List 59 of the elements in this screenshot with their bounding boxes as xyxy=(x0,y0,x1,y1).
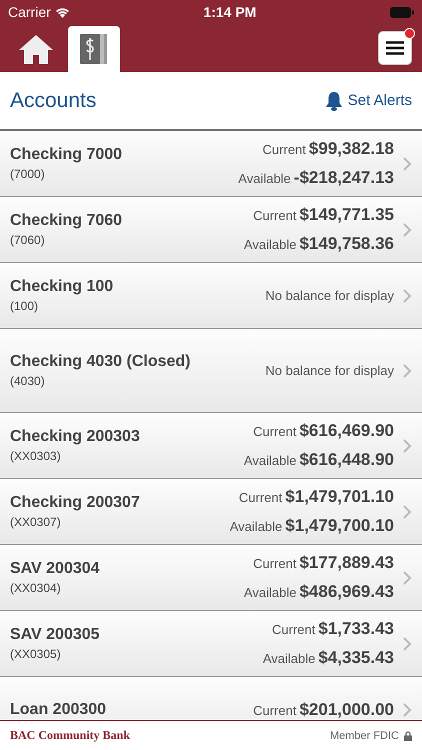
balance-line: Available $1,479,700.10 xyxy=(230,516,394,536)
menu-icon xyxy=(386,41,404,55)
wifi-icon xyxy=(54,6,70,18)
battery-icon xyxy=(390,6,414,18)
chevron-icon xyxy=(402,702,412,718)
chevron-icon xyxy=(402,636,412,652)
account-name: SAV 200305 xyxy=(10,626,101,644)
chevron-icon xyxy=(402,288,412,304)
balance-line: Available $486,969.43 xyxy=(244,582,394,602)
account-name: SAV 200304 xyxy=(10,560,101,578)
account-name: Checking 200307 xyxy=(10,494,141,512)
member-fdic-label: Member FDIC xyxy=(330,730,399,742)
set-alerts-link[interactable]: Set Alerts xyxy=(324,90,412,110)
chevron-icon xyxy=(402,438,412,454)
home-icon xyxy=(17,33,55,65)
account-number: (XX0305) xyxy=(10,647,62,661)
money-stack-icon xyxy=(79,32,109,66)
account-number: (XX0303) xyxy=(10,449,62,463)
balance-line: Available $4,335.43 xyxy=(262,648,394,668)
balance-line: Available $616,448.90 xyxy=(244,450,394,470)
chevron-icon xyxy=(402,222,412,238)
lock-icon xyxy=(404,730,412,740)
clock-time: 1:14 PM xyxy=(203,4,256,20)
no-balance-note: No balance for display xyxy=(265,288,394,303)
chevron-icon xyxy=(402,362,412,378)
account-number: (XX0307) xyxy=(10,515,62,529)
bank-name: BAC Community Bank xyxy=(10,728,130,743)
chevron-icon xyxy=(402,504,412,520)
account-row[interactable]: Checking 100 (100) No balance for display xyxy=(0,263,422,329)
menu-button[interactable] xyxy=(378,31,412,65)
account-number: (7060) xyxy=(10,233,46,247)
balance-line: Current $1,479,701.10 xyxy=(238,487,394,507)
account-name: Checking 7000 xyxy=(10,146,124,164)
account-number: (4030) xyxy=(10,374,46,388)
balance-line: Current $99,382.18 xyxy=(262,139,394,159)
account-name: Checking 7060 xyxy=(10,212,124,230)
account-number: (XX0304) xyxy=(10,581,62,595)
balance-line: Current $1,733.43 xyxy=(272,619,394,639)
chevron-icon xyxy=(402,156,412,172)
balance-line: Current $201,000.00 xyxy=(253,700,394,720)
no-balance-note: No balance for display xyxy=(265,363,394,378)
balance-line: Current $177,889.43 xyxy=(253,553,394,573)
account-row[interactable]: SAV 200304 (XX0304) Current $177,889.43 Available $486,969.43 xyxy=(0,545,422,611)
balance-line: Available $149,758.36 xyxy=(244,234,394,254)
account-name: Checking 100 xyxy=(10,278,114,296)
account-name: Checking 4030 (Closed) xyxy=(10,353,192,371)
balance-line: Current $149,771.35 xyxy=(253,205,394,225)
chevron-icon xyxy=(402,570,412,586)
account-row[interactable]: SAV 200305 (XX0305) Current $1,733.43 Available $4,335.43 xyxy=(0,611,422,677)
account-number: (100) xyxy=(10,299,40,313)
account-number: (7000) xyxy=(10,167,46,181)
account-name: Checking 200303 xyxy=(10,428,141,446)
page-title: Accounts xyxy=(10,88,96,112)
balance-line: Available -$218,247.13 xyxy=(238,168,394,188)
nav-tab[interactable] xyxy=(68,26,120,72)
account-name: Loan 200300 xyxy=(10,700,108,718)
balance-line: Current $616,469.90 xyxy=(253,421,394,441)
bell-icon xyxy=(324,90,343,110)
carrier-label: Carrier xyxy=(8,4,51,20)
